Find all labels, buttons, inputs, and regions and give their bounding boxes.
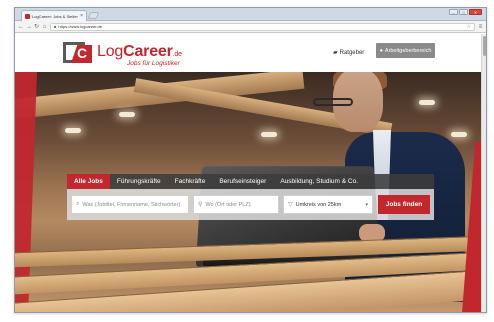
- site-header: C LogCareer.de Jobs für Logistiker ▰ Rat…: [15, 34, 486, 72]
- tab-fachkraefte[interactable]: Fachkräfte: [168, 174, 213, 189]
- logo-tld: .de: [172, 51, 182, 58]
- home-icon[interactable]: ⌂: [42, 24, 47, 30]
- search-icon: ⌕: [76, 201, 80, 207]
- back-icon[interactable]: ←: [18, 24, 24, 30]
- tab-fuehrungskraefte[interactable]: Führungskräfte: [110, 174, 168, 189]
- ratgeber-link[interactable]: ▰ Ratgeber: [333, 49, 365, 57]
- what-input[interactable]: ⌕ Was (Jobtitel, Firmenname, Stichwörter…: [71, 195, 189, 214]
- logo-wordmark[interactable]: LogCareer.de: [97, 43, 182, 61]
- search-fields: ⌕ Was (Jobtitel, Firmenname, Stichwörter…: [67, 189, 434, 220]
- employer-label: Arbeitgeberbereich: [384, 47, 432, 54]
- job-search-panel: Alle Jobs Führungskräfte Fachkräfte Beru…: [67, 174, 434, 220]
- logo-mark[interactable]: C: [63, 42, 92, 64]
- logo-tagline: Jobs für Logistiker: [127, 60, 180, 67]
- location-pin-icon: ⚲: [198, 202, 203, 208]
- browser-menu-icon[interactable]: ≡: [478, 24, 483, 30]
- reload-icon[interactable]: ↻: [34, 24, 39, 30]
- browser-tab[interactable]: LogCareer: Jobs & Stellenan... ×: [21, 10, 87, 21]
- tab-ausbildung-studium[interactable]: Ausbildung, Studium & Co.: [273, 174, 365, 189]
- find-jobs-button[interactable]: Jobs finden: [378, 195, 430, 214]
- filter-icon: ▽: [288, 202, 293, 208]
- glasses: [313, 98, 353, 106]
- maximize-button[interactable]: □: [459, 9, 468, 15]
- ratgeber-label: Ratgeber: [339, 49, 365, 56]
- minimize-button[interactable]: –: [449, 9, 458, 15]
- new-tab-button[interactable]: [87, 12, 100, 19]
- logo-letter: C: [77, 45, 88, 61]
- close-window-button[interactable]: ✕: [469, 9, 482, 15]
- where-input[interactable]: ⚲ Wo (Ort oder PLZ): [193, 195, 279, 214]
- lock-icon: ■: [54, 24, 57, 29]
- what-placeholder: Was (Jobtitel, Firmenname, Stichwörter): [82, 201, 181, 208]
- book-icon: ▰: [333, 50, 338, 56]
- employer-area-button[interactable]: ● Arbeitgeberbereich: [376, 43, 435, 58]
- user-icon: ●: [379, 47, 383, 54]
- radius-value: Umkreis von 25km: [295, 201, 342, 208]
- tab-berufseinsteiger[interactable]: Berufseinsteiger: [212, 174, 273, 189]
- tab-title: LogCareer: Jobs & Stellenan...: [32, 13, 78, 19]
- bookmark-star-icon[interactable]: ☆: [467, 24, 471, 30]
- scrollbar-thumb[interactable]: [483, 36, 486, 56]
- tab-strip: LogCareer: Jobs & Stellenan... × – □ ✕: [15, 8, 486, 21]
- tab-close-icon[interactable]: ×: [80, 13, 83, 19]
- url-field[interactable]: ■ https://www.logcareer.de ☆: [50, 22, 475, 31]
- chevron-down-icon: ▾: [365, 201, 368, 208]
- web-page: C LogCareer.de Jobs für Logistiker ▰ Rat…: [15, 34, 486, 312]
- radius-select[interactable]: ▽ Umkreis von 25km ▾: [283, 195, 373, 214]
- tab-alle-jobs[interactable]: Alle Jobs: [67, 174, 110, 189]
- url-text: https://www.logcareer.de: [58, 24, 102, 29]
- logo-word-log: Log: [97, 43, 124, 60]
- browser-window: LogCareer: Jobs & Stellenan... × – □ ✕ ←…: [14, 7, 487, 313]
- page-scrollbar[interactable]: [481, 34, 486, 312]
- forward-icon[interactable]: →: [26, 24, 32, 30]
- address-bar: ← → ↻ ⌂ ■ https://www.logcareer.de ☆ ≡: [15, 21, 486, 33]
- window-controls: – □ ✕: [449, 9, 482, 15]
- favicon-icon: [25, 13, 30, 19]
- logo-word-career: Career: [123, 43, 173, 60]
- where-placeholder: Wo (Ort oder PLZ): [205, 201, 251, 208]
- search-tabs: Alle Jobs Führungskräfte Fachkräfte Beru…: [67, 174, 434, 189]
